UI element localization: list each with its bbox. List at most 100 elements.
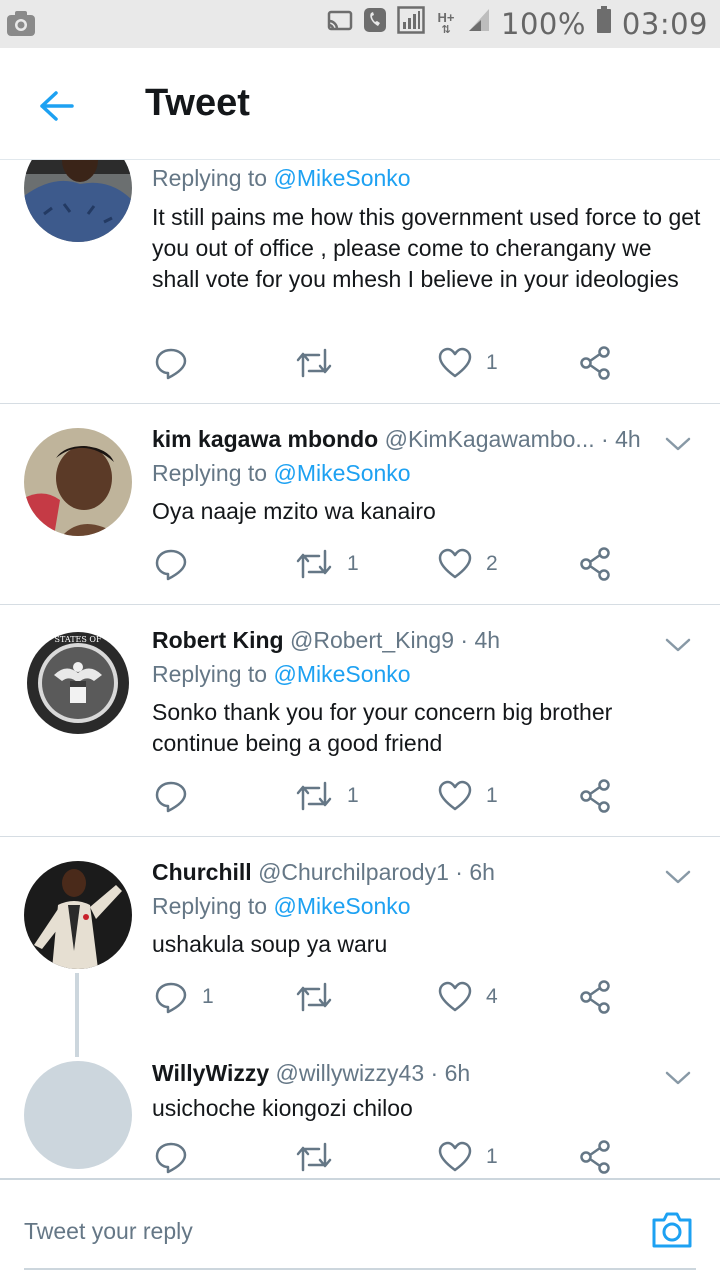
reply-icon: [155, 781, 187, 813]
tweet-actions: 1: [152, 343, 622, 383]
heart-icon: [438, 347, 472, 378]
tweet-text: ushakula soup ya waru: [152, 931, 388, 957]
chevron-down-icon: [665, 437, 691, 451]
like-button[interactable]: 1: [438, 343, 498, 383]
reply-button[interactable]: 1: [154, 977, 214, 1017]
tweet-menu-button[interactable]: [664, 867, 692, 887]
tweet-item[interactable]: Replying to @MikeSonko It still pains me…: [0, 160, 720, 404]
like-count: 1: [486, 1145, 498, 1168]
mention-link[interactable]: @MikeSonko: [273, 661, 410, 687]
timestamp: 4h: [474, 627, 501, 653]
camera-icon: [652, 1212, 692, 1248]
heart-icon: [438, 1141, 472, 1172]
retweet-button[interactable]: 1: [295, 544, 359, 584]
app-bar: Tweet: [0, 48, 720, 160]
display-name[interactable]: Churchill: [152, 859, 252, 885]
tweet-text: It still pains me how this government us…: [152, 204, 701, 292]
retweet-button[interactable]: [295, 977, 347, 1017]
svg-text:STATES OF: STATES OF: [54, 635, 101, 644]
avatar[interactable]: STATES OF: [24, 629, 132, 737]
avatar[interactable]: [24, 861, 132, 969]
reply-icon: [155, 982, 187, 1014]
replying-to: Replying to @MikeSonko: [152, 165, 411, 191]
reply-button[interactable]: [154, 544, 202, 584]
display-name[interactable]: WillyWizzy: [152, 1060, 269, 1086]
camera-notification-icon: [6, 10, 36, 38]
phone-icon: [363, 7, 387, 41]
camera-button[interactable]: [650, 1208, 694, 1252]
tweet-menu-button[interactable]: [664, 1068, 692, 1088]
tweet-menu-button[interactable]: [664, 434, 692, 454]
timestamp: 4h: [615, 426, 641, 452]
replying-to: Replying to @MikeSonko: [152, 460, 411, 486]
like-button[interactable]: 2: [438, 544, 498, 584]
tweet-text: usichoche kiongozi chiloo: [152, 1095, 413, 1121]
like-button[interactable]: 1: [438, 1137, 498, 1177]
user-handle[interactable]: @Churchilparody1: [258, 859, 449, 885]
retweet-button[interactable]: [295, 1137, 347, 1177]
avatar[interactable]: [24, 1061, 132, 1169]
share-icon: [580, 1140, 610, 1174]
tweet-item[interactable]: kim kagawa mbondo @KimKagawambo... · 4h …: [0, 404, 720, 605]
retweet-button[interactable]: 1: [295, 776, 359, 816]
like-button[interactable]: 4: [438, 977, 498, 1017]
display-name[interactable]: Robert King: [152, 627, 284, 653]
tweet-actions: 1 4: [152, 977, 622, 1017]
mention-link[interactable]: @MikeSonko: [273, 165, 410, 191]
battery-percent: 100%: [501, 7, 586, 41]
mention-link[interactable]: @MikeSonko: [273, 893, 410, 919]
display-name[interactable]: kim kagawa mbondo: [152, 426, 378, 452]
page-title: Tweet: [145, 82, 250, 124]
retweet-icon: [296, 348, 332, 378]
reply-count: 1: [202, 985, 214, 1008]
heart-icon: [438, 548, 472, 579]
thread-connector: [75, 973, 79, 1057]
retweet-button[interactable]: [295, 343, 347, 383]
replying-to: Replying to @MikeSonko: [152, 893, 411, 919]
chevron-down-icon: [665, 638, 691, 652]
mention-link[interactable]: @MikeSonko: [273, 460, 410, 486]
user-handle[interactable]: @Robert_King9: [290, 627, 454, 653]
reply-input[interactable]: Tweet your reply: [24, 1218, 193, 1245]
retweet-icon: [296, 781, 332, 811]
share-button[interactable]: [578, 343, 612, 383]
share-button[interactable]: [578, 977, 612, 1017]
reply-button[interactable]: [154, 776, 202, 816]
cell-signal-icon: [467, 7, 491, 41]
share-button[interactable]: [578, 544, 612, 584]
like-count: 1: [486, 784, 498, 807]
tweet-actions: 1 2: [152, 544, 622, 584]
timestamp: 6h: [444, 1060, 471, 1086]
timestamp: 6h: [469, 859, 495, 885]
reply-button[interactable]: [154, 343, 202, 383]
replying-to: Replying to @MikeSonko: [152, 661, 411, 687]
heart-icon: [438, 981, 472, 1012]
network-type-icon: H+ ⇅: [437, 10, 455, 36]
avatar[interactable]: [24, 428, 132, 536]
user-handle[interactable]: @willywizzy43: [276, 1060, 425, 1086]
chevron-down-icon: [665, 870, 691, 884]
tweet-thread[interactable]: Churchill @Churchilparody1 · 6h Replying…: [0, 837, 720, 1178]
reply-icon: [155, 549, 187, 581]
like-count: 1: [486, 351, 498, 374]
like-button[interactable]: 1: [438, 776, 498, 816]
battery-icon: [596, 6, 612, 42]
like-count: 2: [486, 552, 498, 575]
back-button[interactable]: [28, 78, 84, 134]
clock: 03:09: [621, 7, 708, 41]
retweet-icon: [296, 549, 332, 579]
reply-icon: [155, 1142, 187, 1174]
avatar[interactable]: [24, 160, 132, 242]
user-handle[interactable]: @KimKagawambo...: [385, 426, 595, 452]
tweet-item[interactable]: STATES OF Robert King @Robert_King9 · 4h…: [0, 605, 720, 837]
signal-box-icon: [397, 6, 425, 42]
replies-feed[interactable]: Replying to @MikeSonko It still pains me…: [0, 160, 720, 1178]
like-count: 4: [486, 985, 498, 1008]
retweet-count: 1: [347, 784, 359, 807]
share-button[interactable]: [578, 1137, 612, 1177]
reply-button[interactable]: [154, 1137, 202, 1177]
share-button[interactable]: [578, 776, 612, 816]
tweet-menu-button[interactable]: [664, 635, 692, 655]
status-bar: H+ ⇅ 100% 03:09: [0, 0, 720, 48]
tweet-text: Sonko thank you for your concern big bro…: [152, 699, 613, 756]
